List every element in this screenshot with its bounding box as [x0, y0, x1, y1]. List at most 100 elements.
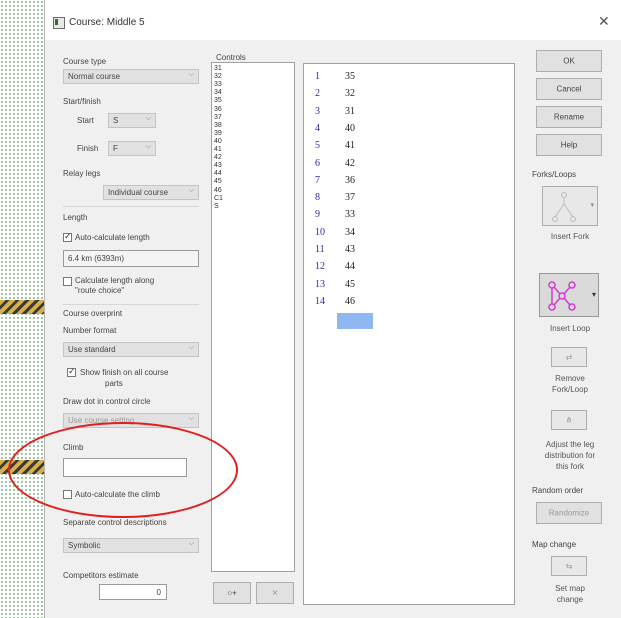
number-format-select[interactable]: Use standard ⌵: [63, 342, 199, 357]
course-row-control[interactable]: 34: [345, 227, 355, 238]
controls-listbox[interactable]: 31 32 33 34 35 36 37 38 39 40 41 42 43 44 45 46 C1 S: [211, 62, 295, 572]
course-row-control[interactable]: 44: [345, 261, 355, 272]
course-row-control[interactable]: 42: [345, 158, 355, 169]
separate-descriptions-label: Separate control descriptions: [63, 518, 167, 527]
remove-fork-button[interactable]: ⇄: [551, 347, 587, 367]
ok-button[interactable]: OK: [536, 50, 602, 72]
route-choice-checkbox[interactable]: [63, 277, 72, 286]
competitors-input[interactable]: 0: [99, 584, 167, 600]
set-map-change-label-2: change: [556, 595, 584, 604]
controls-list-item[interactable]: 34: [214, 89, 222, 96]
course-row-number[interactable]: 6: [315, 158, 320, 169]
length-divider: [63, 206, 199, 207]
start-finish-label: Start/finish: [63, 97, 101, 106]
help-button[interactable]: Help: [536, 134, 602, 156]
length-label: Length: [63, 213, 88, 222]
help-label: Help: [560, 140, 578, 150]
course-row-control[interactable]: 45: [345, 279, 355, 290]
course-row-control[interactable]: 40: [345, 123, 355, 134]
show-finish-checkbox[interactable]: [67, 366, 76, 377]
course-row-number[interactable]: 4: [315, 123, 320, 134]
course-row-number[interactable]: 12: [315, 261, 325, 272]
adjust-legs-label: Adjust the leg: [545, 440, 595, 449]
course-row-number[interactable]: 7: [315, 175, 320, 186]
course-row-number[interactable]: 10: [315, 227, 325, 238]
relay-legs-select[interactable]: Individual course ⌵: [103, 185, 199, 200]
controls-list-item[interactable]: 31: [214, 65, 222, 72]
insert-loop-button[interactable]: ▾: [539, 273, 599, 317]
course-row-control[interactable]: 35: [345, 71, 355, 82]
start-value: S: [113, 116, 119, 125]
course-row-control[interactable]: 32: [345, 88, 355, 99]
selected-empty-row[interactable]: [337, 313, 373, 330]
controls-list-item[interactable]: 42: [214, 154, 222, 161]
course-row-control[interactable]: 31: [345, 106, 355, 117]
controls-list-item[interactable]: C1: [214, 195, 223, 202]
controls-list-item[interactable]: 46: [214, 187, 222, 194]
randomize-button[interactable]: Randomize: [536, 502, 602, 524]
remove-control-button[interactable]: ✕: [256, 582, 294, 604]
show-finish-label-2: parts: [105, 379, 123, 388]
relay-legs-label: Relay legs: [63, 169, 101, 178]
controls-list-item[interactable]: 44: [214, 170, 222, 177]
course-row-number[interactable]: 11: [315, 244, 325, 255]
course-row-control[interactable]: 37: [345, 192, 355, 203]
course-row-number[interactable]: 9: [315, 209, 320, 220]
chevron-down-icon: ▾: [591, 290, 596, 299]
auto-length-checkbox[interactable]: [63, 231, 72, 242]
controls-list-item[interactable]: 45: [214, 178, 222, 185]
separate-descriptions-select[interactable]: Symbolic ⌵: [63, 538, 199, 553]
adjust-legs-label-3: this fork: [555, 462, 584, 471]
finish-label: Finish: [77, 144, 99, 153]
forks-loops-label: Forks/Loops: [532, 170, 577, 179]
course-type-select[interactable]: Normal course ⌵: [63, 69, 199, 84]
add-control-button[interactable]: ○+: [213, 582, 251, 604]
random-order-label: Random order: [532, 486, 584, 495]
draw-dot-label: Draw dot in control circle: [63, 397, 151, 406]
course-row-control[interactable]: 46: [345, 296, 355, 307]
controls-list-item[interactable]: 37: [214, 114, 222, 121]
insert-fork-label: Insert Fork: [550, 232, 590, 241]
controls-list-item[interactable]: 35: [214, 97, 222, 104]
adjust-legs-label-2: distribution for: [544, 451, 596, 460]
controls-list-item[interactable]: 40: [214, 138, 222, 145]
course-row-number[interactable]: 1: [315, 71, 320, 82]
controls-list-item[interactable]: 41: [214, 146, 222, 153]
finish-select[interactable]: F ⌵: [108, 141, 156, 156]
course-row-number[interactable]: 13: [315, 279, 325, 290]
set-map-change-button[interactable]: ⇆: [551, 556, 587, 576]
relay-legs-value: Individual course: [108, 188, 169, 197]
course-row-number[interactable]: 3: [315, 106, 320, 117]
cancel-button[interactable]: Cancel: [536, 78, 602, 100]
course-row-control[interactable]: 33: [345, 209, 355, 220]
start-select[interactable]: S ⌵: [108, 113, 156, 128]
rename-button[interactable]: Rename: [536, 106, 602, 128]
controls-list-item[interactable]: S: [214, 203, 219, 210]
separate-descriptions-value: Symbolic: [68, 541, 101, 550]
remove-icon: ✕: [271, 588, 279, 598]
red-highlight-ellipse: [8, 422, 238, 518]
controls-list-item[interactable]: 43: [214, 162, 222, 169]
map-change-label: Map change: [532, 540, 577, 549]
course-type-label: Course type: [63, 57, 107, 66]
controls-list-item[interactable]: 36: [214, 106, 222, 113]
course-row-number[interactable]: 14: [315, 296, 325, 307]
adjust-legs-button[interactable]: ⋔: [551, 410, 587, 430]
remove-fork-label-2: Fork/Loop: [551, 385, 589, 394]
course-controls-list[interactable]: 1 35 2 32 3 31 4 40 5 41 6 42 7 36 8 37 9 33 10 34 11 43 12 44 1…: [303, 63, 515, 605]
close-icon[interactable]: ✕: [598, 13, 610, 30]
course-row-control[interactable]: 41: [345, 140, 355, 151]
course-row-number[interactable]: 2: [315, 88, 320, 99]
controls-list-item[interactable]: 32: [214, 73, 222, 80]
course-row-control[interactable]: 36: [345, 175, 355, 186]
randomize-label: Randomize: [548, 508, 590, 518]
controls-list-item[interactable]: 39: [214, 130, 222, 137]
insert-fork-button[interactable]: ▾: [542, 186, 598, 226]
controls-list-item[interactable]: 38: [214, 122, 222, 129]
course-row-number[interactable]: 8: [315, 192, 320, 203]
course-row-control[interactable]: 43: [345, 244, 355, 255]
course-row-number[interactable]: 5: [315, 140, 320, 151]
controls-list-item[interactable]: 33: [214, 81, 222, 88]
app-icon: [53, 17, 65, 29]
course-type-value: Normal course: [68, 72, 121, 81]
